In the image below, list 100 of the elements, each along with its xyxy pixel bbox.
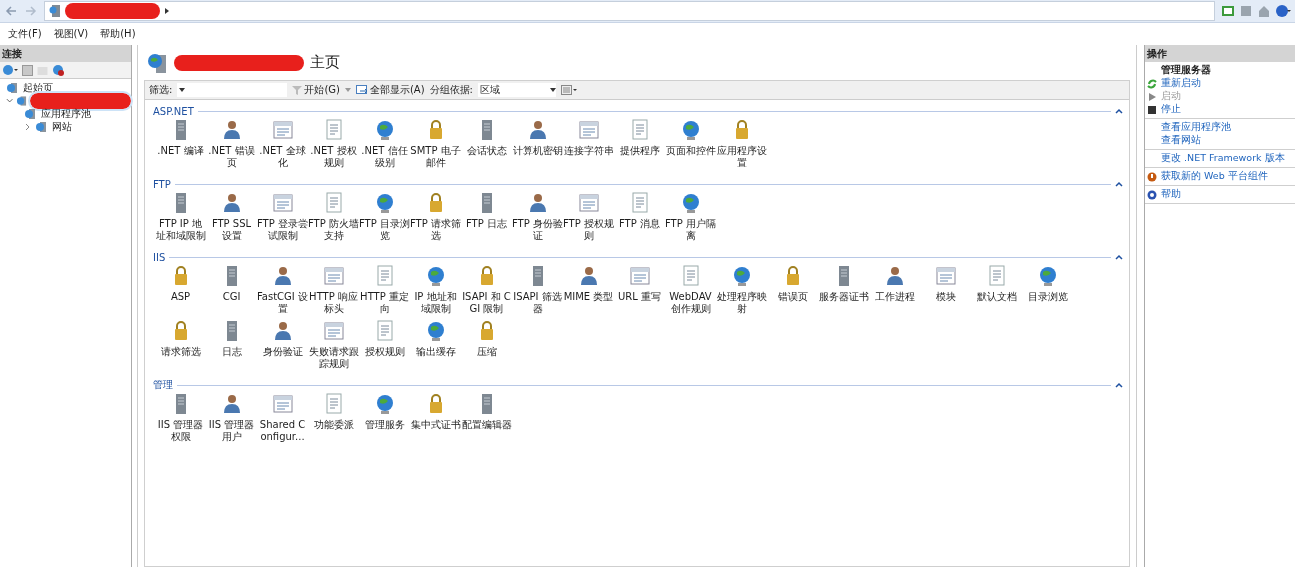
feature-label[interactable]: .NET 全球化 xyxy=(257,145,308,169)
feature-label[interactable]: 连接字符串 xyxy=(563,145,614,157)
feature-label[interactable]: 压缩 xyxy=(461,346,512,358)
feature-label[interactable]: HTTP 响应标头 xyxy=(308,291,359,315)
action-link[interactable]: 停止 xyxy=(1161,103,1181,116)
feature-label[interactable]: SMTP 电子邮件 xyxy=(410,145,461,169)
filter-field[interactable] xyxy=(177,83,288,97)
feature-label[interactable]: .NET 授权规则 xyxy=(308,145,359,169)
action-link[interactable]: 更改 .NET Framework 版本 xyxy=(1161,152,1285,165)
chevron-right-icon[interactable] xyxy=(164,7,170,15)
group-by-label: 分组依据: xyxy=(429,83,473,97)
home-icon[interactable] xyxy=(1257,4,1271,18)
feature-label[interactable]: HTTP 重定向 xyxy=(359,291,410,315)
feature-label[interactable]: .NET 信任级别 xyxy=(359,145,410,169)
menu-item[interactable]: 视图(V) xyxy=(47,27,95,41)
action-link[interactable]: 重新启动 xyxy=(1161,77,1201,90)
collapse-icon[interactable] xyxy=(1115,181,1123,187)
feature-label[interactable]: 请求筛选 xyxy=(155,346,206,358)
node-icon xyxy=(35,120,47,133)
feature-label[interactable]: MIME 类型 xyxy=(563,291,614,303)
feature-label[interactable]: 计算机密钥 xyxy=(512,145,563,157)
feature-label[interactable]: FTP 请求筛选 xyxy=(410,218,461,242)
feature-label[interactable]: 管理服务 xyxy=(359,419,410,431)
feature-label[interactable]: IP 地址和域限制 xyxy=(410,291,461,315)
feature-label[interactable]: 错误页 xyxy=(767,291,818,303)
dropdown-arrow-icon[interactable] xyxy=(549,88,556,92)
feature-label[interactable]: IIS 管理器权限 xyxy=(155,419,206,443)
filter-label: 筛选: xyxy=(149,83,173,97)
section-title: IIS xyxy=(153,251,166,263)
panel-title: 连接 xyxy=(0,45,131,62)
action-link[interactable]: 查看网站 xyxy=(1161,134,1201,147)
section-title: 管理 xyxy=(153,378,173,392)
feature-label[interactable]: ISAPI 筛选器 xyxy=(512,291,563,315)
feature-label[interactable]: FTP 防火墙支持 xyxy=(308,218,359,242)
section-title: ASP.NET xyxy=(153,105,194,117)
feature-label[interactable]: FTP 消息 xyxy=(614,218,665,230)
group-by-dropdown[interactable]: 区域 xyxy=(477,83,556,97)
tree-item[interactable]: 应用程序池 xyxy=(39,106,93,121)
collapse-icon[interactable] xyxy=(1115,108,1123,114)
feature-label[interactable]: FTP IP 地址和域限制 xyxy=(155,218,206,242)
feature-label[interactable]: FTP SSL 设置 xyxy=(206,218,257,242)
action-link[interactable]: 帮助 xyxy=(1161,188,1181,201)
feature-label[interactable]: .NET 错误页 xyxy=(206,145,257,169)
feature-label[interactable]: FTP 目录浏览 xyxy=(359,218,410,242)
feature-label[interactable]: Shared Configur... xyxy=(257,419,308,443)
feature-label[interactable]: 提供程序 xyxy=(614,145,665,157)
server-icon xyxy=(49,4,61,18)
disconnect-icon[interactable] xyxy=(52,64,64,76)
back-icon[interactable] xyxy=(4,4,18,18)
help-icon[interactable] xyxy=(1275,4,1291,18)
connect-icon[interactable] xyxy=(2,64,18,76)
feature-label[interactable]: URL 重写 xyxy=(614,291,665,303)
feature-label[interactable]: ISAPI 和 CGI 限制 xyxy=(461,291,512,315)
feature-label[interactable]: IIS 管理器用户 xyxy=(206,419,257,443)
feature-label[interactable]: 配置编辑器 xyxy=(461,419,512,431)
menu-item[interactable]: 文件(F) xyxy=(2,27,48,41)
save-icon[interactable] xyxy=(22,64,33,76)
feature-label[interactable]: .NET 编译 xyxy=(155,145,206,157)
tree-item[interactable]: 网站 xyxy=(50,119,74,134)
feature-label[interactable]: 授权规则 xyxy=(359,346,410,358)
dropdown-arrow-icon[interactable] xyxy=(179,88,186,92)
feature-label[interactable]: 应用程序设置 xyxy=(716,145,767,169)
funnel-icon xyxy=(292,85,303,95)
panel-title: 操作 xyxy=(1145,45,1295,62)
action-link[interactable]: 查看应用程序池 xyxy=(1161,121,1231,134)
feature-label[interactable]: CGI xyxy=(206,291,257,303)
feature-label[interactable]: 模块 xyxy=(920,291,971,303)
node-icon xyxy=(24,107,36,120)
feature-label[interactable]: 身份验证 xyxy=(257,346,308,358)
menu-item[interactable]: 帮助(H) xyxy=(94,27,142,41)
feature-label[interactable]: 输出缓存 xyxy=(410,346,461,358)
feature-label[interactable]: ASP xyxy=(155,291,206,303)
feature-label[interactable]: 失败请求跟踪规则 xyxy=(308,346,359,370)
collapse-icon[interactable] xyxy=(1115,382,1123,388)
collapse-icon[interactable] xyxy=(1115,254,1123,260)
feature-label[interactable]: 集中式证书 xyxy=(410,419,461,431)
feature-label[interactable]: FTP 用户隔离 xyxy=(665,218,716,242)
address-field[interactable] xyxy=(44,1,1215,21)
chevron-down-icon[interactable] xyxy=(6,96,14,105)
feature-label[interactable]: FastCGI 设置 xyxy=(257,291,308,315)
feature-label[interactable]: 服务器证书 xyxy=(818,291,869,303)
action-link[interactable]: 获取新的 Web 平台组件 xyxy=(1161,170,1268,183)
feature-label[interactable]: FTP 日志 xyxy=(461,218,512,230)
feature-label[interactable]: 处理程序映射 xyxy=(716,291,767,315)
feature-label[interactable]: WebDAV 创作规则 xyxy=(665,291,716,315)
feature-label[interactable]: FTP 授权规则 xyxy=(563,218,614,242)
stop-icon[interactable] xyxy=(1239,4,1253,18)
show-all-button[interactable]: 全部显示(A) xyxy=(355,83,425,97)
feature-label[interactable]: 默认文档 xyxy=(971,291,1022,303)
feature-label[interactable]: FTP 身份验证 xyxy=(512,218,563,242)
feature-label[interactable]: 功能委派 xyxy=(308,419,359,431)
show-all-icon xyxy=(355,84,368,96)
feature-label[interactable]: 会话状态 xyxy=(461,145,512,157)
feature-label[interactable]: 目录浏览 xyxy=(1022,291,1073,303)
section-heading: 管理服务器 xyxy=(1161,64,1211,77)
feature-label[interactable]: FTP 登录尝试限制 xyxy=(257,218,308,242)
feature-label[interactable]: 日志 xyxy=(206,346,257,358)
feature-label[interactable]: 工作进程 xyxy=(869,291,920,303)
feature-label[interactable]: 页面和控件 xyxy=(665,145,716,157)
page-title: 主页 xyxy=(310,53,340,72)
